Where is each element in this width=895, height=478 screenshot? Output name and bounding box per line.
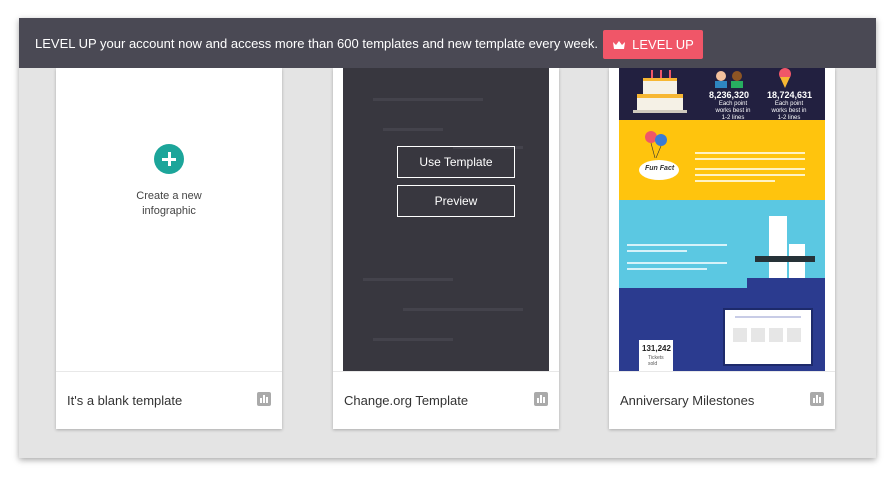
card-footer: Anniversary Milestones [609,371,835,429]
upgrade-message: LEVEL UP your account now and access mor… [35,36,598,51]
card-preview[interactable]: Create a new infographic [56,68,282,371]
card-preview[interactable]: 8,236,320 18,724,631 Each point works be… [619,68,825,371]
stats-icon[interactable] [257,392,271,406]
preview-band-stats: 8,236,320 18,724,631 Each point works be… [619,68,825,121]
level-up-button[interactable]: LEVEL UP [603,30,703,59]
laptop-screen [723,308,813,366]
stats-icon[interactable] [534,392,548,406]
upgrade-banner: LEVEL UP your account now and access mor… [19,18,876,68]
create-infographic-label: Create a new infographic [136,190,202,217]
fun-fact-bubble: Fun Fact [639,160,679,180]
use-template-button[interactable]: Use Template [397,146,515,178]
preview-band-tickets: 131,242 Tickets sold [619,288,825,371]
stat-value: 18,724,631 [767,90,813,100]
balloons-icon [645,131,667,158]
card-footer: Change.org Template [333,371,559,429]
card-title: Change.org Template [344,393,469,408]
preview-band-city [619,200,825,288]
card-title: Anniversary Milestones [620,393,755,408]
template-gallery-panel: LEVEL UP your account now and access mor… [19,18,876,458]
template-card-change-org[interactable]: Use Template Preview Change.org Template [333,68,559,429]
ice-cream-icon [779,68,791,88]
template-card-anniversary[interactable]: 8,236,320 18,724,631 Each point works be… [609,68,835,429]
preview-band-fun-fact: Fun Fact [619,120,825,200]
crown-icon [613,40,626,49]
stats-icon[interactable] [810,392,824,406]
template-card-blank[interactable]: Create a new infographic It's a blank te… [56,68,282,429]
card-footer: It's a blank template [56,371,282,429]
ticket-counter: 131,242 Tickets sold [639,340,673,371]
cake-icon [633,70,687,113]
card-preview: Use Template Preview [343,68,549,371]
people-icon [715,71,743,88]
card-title: It's a blank template [67,393,183,408]
preview-button[interactable]: Preview [397,185,515,217]
level-up-label: LEVEL UP [632,37,694,52]
create-infographic-button[interactable] [154,144,184,174]
stat-value: 8,236,320 [709,90,750,100]
buildings-icon [747,216,825,288]
